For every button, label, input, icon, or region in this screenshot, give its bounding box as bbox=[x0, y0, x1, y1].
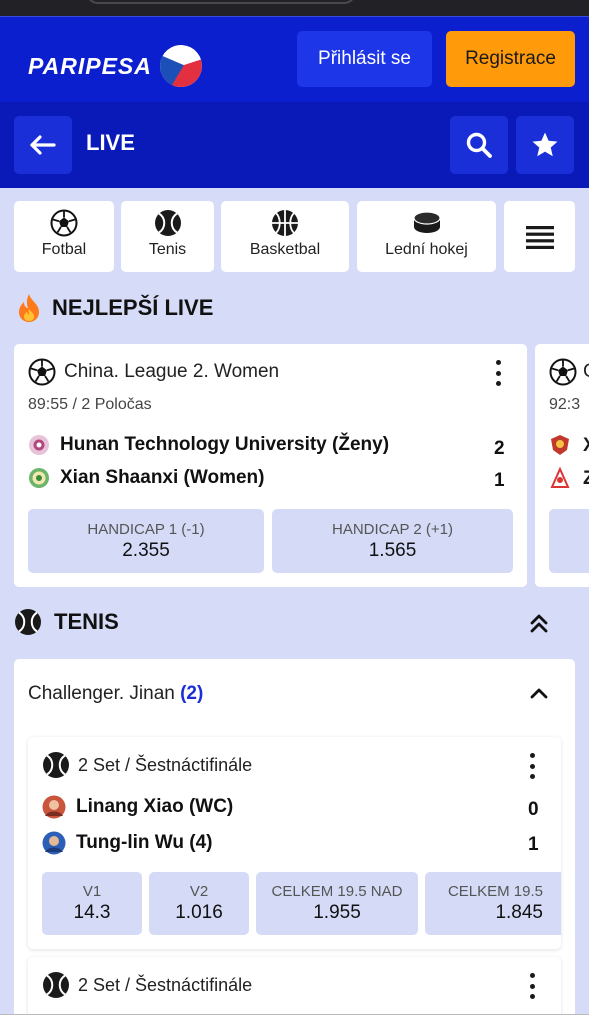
register-button[interactable]: Registrace bbox=[446, 31, 575, 87]
odd-label: CELKEM 19.5 NAD bbox=[271, 883, 403, 900]
tennis-heading[interactable]: TENIS bbox=[14, 608, 119, 636]
team-logo-icon bbox=[550, 467, 570, 488]
team-logo-icon bbox=[551, 435, 569, 455]
section-title: NEJLEPŠÍ LIVE bbox=[52, 295, 214, 320]
league-row: China. League 2. Women bbox=[28, 358, 279, 386]
more-options-icon[interactable] bbox=[496, 360, 502, 386]
player-1-score: 0 bbox=[528, 799, 539, 820]
tab-football[interactable]: Fotbal bbox=[14, 201, 114, 272]
player-2-score: 1 bbox=[528, 834, 539, 855]
soccer-ball-icon bbox=[28, 358, 56, 386]
player-avatar-icon bbox=[42, 795, 66, 819]
match-stage: 2 Set / Šestnáctifinále bbox=[78, 754, 253, 775]
odd-value: 1.845 bbox=[495, 902, 543, 923]
odd-button[interactable]: V2 1.016 bbox=[149, 872, 249, 935]
odd-label: HANDICAP 2 (+1) bbox=[331, 520, 453, 538]
odd-label: CELKEM 19.5 bbox=[447, 883, 543, 900]
tennis-ball-icon bbox=[15, 609, 41, 635]
odd-value: 2.355 bbox=[122, 539, 170, 561]
odd-button[interactable] bbox=[549, 509, 589, 573]
player-name: Tung-lin Wu (4) bbox=[76, 832, 213, 853]
match-stage-row: 2 Set / Šestnáctifinále bbox=[42, 971, 252, 999]
team-name: X bbox=[583, 435, 589, 457]
tab-label: Tenis bbox=[148, 241, 187, 258]
odd-label: V1 bbox=[82, 883, 102, 900]
odd-label: HANDICAP 1 (-1) bbox=[87, 520, 205, 538]
match-stage-row: 2 Set / Šestnáctifinále bbox=[42, 751, 252, 779]
best-live-heading: NEJLEPŠÍ LIVE bbox=[18, 293, 213, 323]
star-icon bbox=[532, 132, 558, 157]
soccer-ball-icon bbox=[50, 209, 78, 237]
odd-button[interactable]: HANDICAP 1 (-1) 2.355 bbox=[28, 509, 264, 573]
hockey-puck-icon bbox=[412, 211, 441, 233]
basketball-icon bbox=[272, 210, 298, 236]
team-logo-icon bbox=[29, 468, 49, 488]
favorites-button[interactable] bbox=[516, 116, 574, 174]
team-logo-icon bbox=[29, 435, 49, 455]
odd-button[interactable]: HANDICAP 2 (+1) 1.565 bbox=[272, 509, 513, 573]
team-name: Hunan Technology University (Ženy) bbox=[60, 434, 390, 455]
odd-value: 1.955 bbox=[313, 902, 361, 923]
player-1-row: Linang Xiao (WC) bbox=[42, 795, 233, 819]
live-bar: LIVE bbox=[0, 102, 589, 188]
odd-value: 1.565 bbox=[368, 539, 417, 561]
tennis-ball-icon bbox=[154, 210, 181, 236]
match-stage: 2 Set / Šestnáctifinále bbox=[78, 974, 253, 995]
odd-button[interactable]: CELKEM 19.5 1.845 bbox=[425, 872, 561, 935]
tab-label: Basketbal bbox=[249, 241, 321, 258]
czech-flag-icon bbox=[154, 39, 208, 93]
logo[interactable]: PARIPESA bbox=[28, 39, 208, 93]
odd-button[interactable]: V1 14.3 bbox=[42, 872, 142, 935]
tab-label: Lední hokej bbox=[385, 241, 468, 258]
login-button[interactable]: Přihlásit se bbox=[297, 31, 432, 87]
status-bar bbox=[0, 0, 589, 16]
league-count: (2) bbox=[180, 683, 204, 704]
match-time: 89:55 / 2 Poločas bbox=[28, 396, 152, 413]
best-live-card-next[interactable]: C 92:3 X Z bbox=[535, 344, 589, 587]
search-icon bbox=[466, 132, 492, 158]
player-name: Linang Xiao (WC) bbox=[76, 796, 234, 817]
hamburger-menu-icon bbox=[525, 225, 554, 249]
more-options-icon[interactable] bbox=[530, 973, 536, 999]
tab-ice-hockey[interactable]: Lední hokej bbox=[357, 201, 496, 272]
league-name: Challenger. Jinan bbox=[28, 683, 175, 704]
team-name: Xian Shaanxi (Women) bbox=[60, 467, 265, 488]
league-name: C bbox=[583, 361, 589, 383]
page-title: LIVE bbox=[86, 130, 135, 155]
team-1-row: Hunan Technology University (Ženy) bbox=[28, 434, 389, 456]
player-avatar-icon bbox=[42, 831, 66, 855]
logo-text: PARIPESA bbox=[28, 52, 152, 79]
tab-tennis[interactable]: Tenis bbox=[121, 201, 214, 272]
tennis-ball-icon bbox=[43, 752, 69, 778]
soccer-ball-icon bbox=[549, 358, 577, 386]
fire-icon bbox=[19, 294, 39, 322]
bottom-edge bbox=[0, 1014, 589, 1024]
match-card[interactable]: 2 Set / Šestnáctifinále Linang Xiao (WC)… bbox=[28, 737, 561, 949]
arrow-left-icon bbox=[30, 135, 56, 155]
chevron-up-icon[interactable] bbox=[530, 687, 548, 699]
odd-label: V2 bbox=[189, 883, 209, 900]
odd-button[interactable]: CELKEM 19.5 NAD 1.955 bbox=[256, 872, 418, 935]
best-live-card[interactable]: China. League 2. Women 89:55 / 2 Poločas… bbox=[14, 344, 527, 587]
tab-basketball[interactable]: Basketbal bbox=[221, 201, 349, 272]
odd-value: 1.016 bbox=[175, 902, 223, 923]
top-header: PARIPESA Přihlásit se Registrace bbox=[0, 16, 589, 102]
player-2-row: Tung-lin Wu (4) bbox=[42, 831, 212, 855]
section-title: TENIS bbox=[54, 609, 119, 634]
match-time: 92:3 bbox=[549, 396, 581, 413]
league-name: China. League 2. Women bbox=[64, 361, 280, 382]
team-2-score: 1 bbox=[494, 470, 505, 491]
team-1-score: 2 bbox=[494, 438, 505, 459]
odd-value: 14.3 bbox=[73, 902, 111, 923]
double-chevron-up-icon[interactable] bbox=[529, 612, 549, 634]
more-options-icon[interactable] bbox=[530, 753, 536, 779]
tab-label: Fotbal bbox=[41, 241, 87, 258]
tennis-ball-icon bbox=[43, 972, 69, 998]
team-name: Z bbox=[583, 468, 589, 489]
search-button[interactable] bbox=[450, 116, 508, 174]
sports-menu-button[interactable] bbox=[504, 201, 575, 272]
league-header[interactable]: Challenger. Jinan (2) bbox=[28, 683, 203, 705]
back-button[interactable] bbox=[14, 116, 72, 174]
team-2-row: Xian Shaanxi (Women) bbox=[28, 467, 264, 489]
